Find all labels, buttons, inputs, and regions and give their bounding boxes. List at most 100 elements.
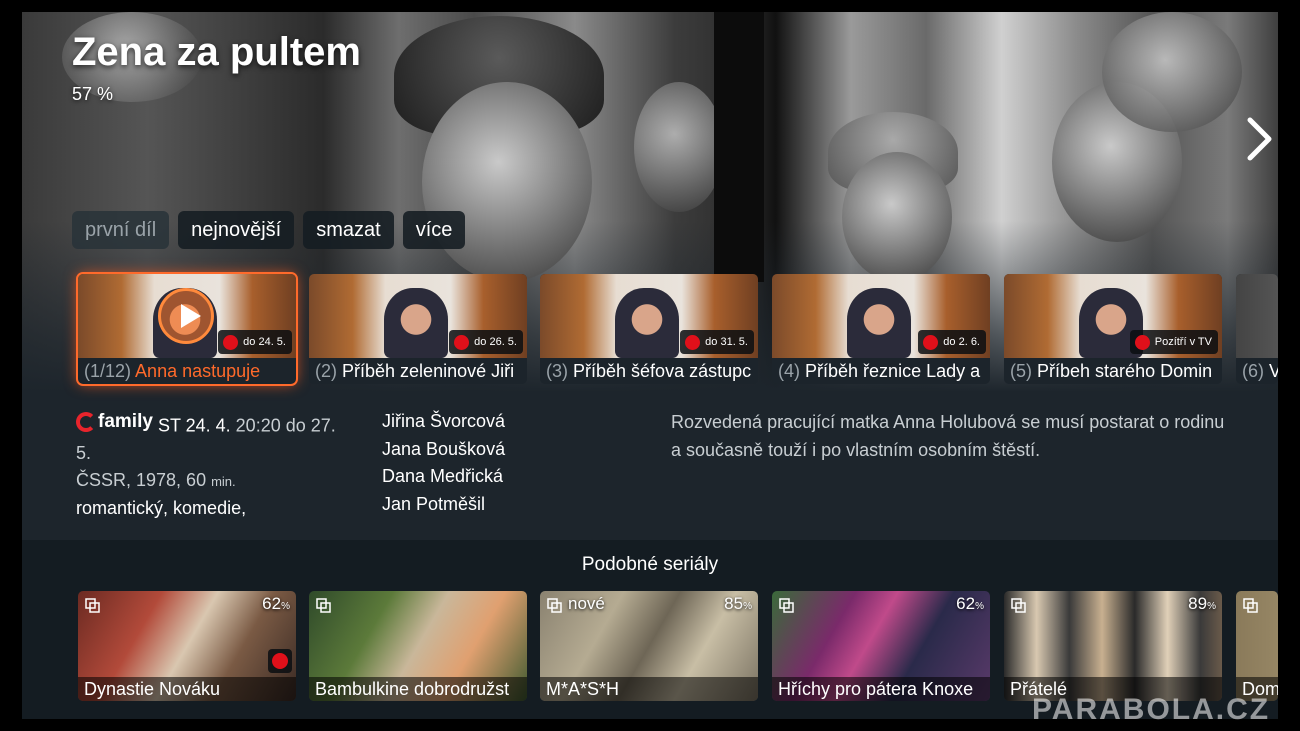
cast-member: Jana Boušková	[382, 438, 506, 459]
match-unit: %	[743, 601, 752, 612]
more-button[interactable]: více	[402, 211, 466, 249]
hero-figure-face	[422, 82, 592, 282]
availability-badge: do 24. 5.	[218, 330, 292, 354]
match-value: 62	[262, 594, 282, 613]
episode-label: (1/12) Anna nastupuje	[84, 361, 294, 382]
action-bar: první díl nejnovější smazat více	[72, 211, 466, 249]
cast-member: Jan Potměšil	[382, 493, 486, 514]
hero-figure-profile	[634, 82, 724, 212]
episode-card[interactable]: do 24. 5. (1/12) Anna nastupuje	[76, 272, 298, 386]
record-dot-icon	[1134, 334, 1150, 350]
similar-card[interactable]: Dom	[1236, 591, 1278, 701]
episode-name: V	[1269, 361, 1278, 381]
episode-card[interactable]: do 26. 5. (2) Příběh zeleninové Jiři	[309, 274, 527, 384]
show-description: Rozvedená pracující matka Anna Holubová …	[671, 412, 1225, 460]
episode-card[interactable]: (6) V	[1236, 274, 1278, 384]
tv-screen: Zena za pultem 57 % první díl nejnovější…	[22, 12, 1278, 719]
match-value: 89	[1188, 594, 1208, 613]
episode-name: Příběh zeleninové Jiři	[342, 361, 515, 381]
similar-name: Bambulkine dobrodružst	[309, 677, 527, 701]
match-percent: 62%	[262, 594, 290, 614]
record-dot-icon	[454, 334, 470, 350]
episode-row: do 24. 5. (1/12) Anna nastupuje do 26. 5…	[76, 272, 1278, 386]
copy-icon	[1243, 598, 1258, 613]
play-icon[interactable]	[158, 288, 214, 344]
episode-name: Příbeh starého Domin	[1037, 361, 1213, 381]
episode-number: (5)	[1010, 361, 1032, 381]
record-dot-icon	[223, 334, 239, 350]
availability-badge: Pozítří v TV	[1129, 330, 1218, 354]
genre: komedie,	[173, 497, 247, 518]
similar-card[interactable]: nové 85% M*A*S*H	[540, 591, 758, 701]
availability-text: do 26. 5.	[474, 336, 517, 348]
similar-name: Dynastie Nováku	[78, 677, 296, 701]
match-value: 85	[724, 594, 744, 613]
chevron-right-icon[interactable]	[1244, 116, 1274, 162]
hero-figure-face	[1102, 12, 1242, 132]
origin-year-length: ČSSR, 1978, 60	[76, 469, 207, 490]
similar-name: Hříchy pro pátera Knoxe	[772, 677, 990, 701]
cast-member: Dana Medřická	[382, 466, 504, 486]
match-unit: %	[975, 601, 984, 612]
similar-card[interactable]: 62% Hříchy pro pátera Knoxe	[772, 591, 990, 701]
episode-name: Příběh šéfova zástupc	[573, 361, 752, 381]
episode-card[interactable]: do 31. 5. (3) Příběh šéfova zástupc	[540, 274, 758, 384]
similar-card[interactable]: Bambulkine dobrodružst	[309, 591, 527, 701]
episode-label: (5) Příbeh starého Domin	[1010, 361, 1220, 382]
copy-icon	[316, 598, 331, 613]
availability-badge: do 2. 6.	[918, 330, 986, 354]
match-value: 62	[956, 594, 976, 613]
copy-icon	[85, 598, 100, 613]
episode-card[interactable]: Pozítří v TV (5) Příbeh starého Domin	[1004, 274, 1222, 384]
hero-doorway	[714, 12, 764, 282]
show-rating: 57 %	[72, 84, 114, 104]
hero-figure-face	[842, 152, 952, 282]
record-dot-icon	[685, 334, 701, 350]
broadcast-info: family ST 24. 4. 20:20 do 27. 5. ČSSR, 1…	[76, 408, 336, 522]
genre: romantický	[76, 497, 164, 518]
availability-text: do 24. 5.	[243, 336, 286, 348]
record-dot-icon	[923, 334, 939, 350]
availability-text: do 2. 6.	[943, 336, 980, 348]
episode-card[interactable]: do 2. 6. (4) Příběh řeznice Lady a	[772, 274, 990, 384]
cast-list: Jiřina Švorcová Jana Boušková Dana Medři…	[382, 408, 505, 518]
latest-button[interactable]: nejnovější	[178, 211, 295, 249]
similar-card[interactable]: 62% Dynastie Nováku	[78, 591, 296, 701]
episode-label: (3) Příběh šéfova zástupc	[546, 361, 756, 382]
episode-number: (6)	[1242, 361, 1264, 381]
match-percent: 89%	[1188, 594, 1216, 614]
episode-label: (4) Příběh řeznice Lady a	[778, 361, 988, 382]
duration-unit: min.	[211, 473, 236, 489]
record-dot-icon	[268, 649, 292, 673]
match-percent: 85%	[724, 594, 752, 614]
channel-name: family	[98, 411, 153, 432]
family-logo-icon: family	[76, 408, 153, 435]
watermark: PARABOLA.CZ	[1032, 693, 1271, 726]
availability-badge: do 31. 5.	[680, 330, 754, 354]
episode-number: (2)	[315, 361, 337, 381]
copy-icon	[547, 598, 562, 613]
episode-name: Příběh řeznice Lady a	[805, 361, 981, 381]
similar-name: M*A*S*H	[540, 677, 758, 701]
episode-name: Anna nastupuje	[135, 361, 261, 381]
copy-icon	[1011, 598, 1026, 613]
new-tag: nové	[568, 594, 605, 613]
episode-number: (3)	[546, 361, 568, 381]
match-unit: %	[1207, 601, 1216, 612]
similar-title: Podobné seriály	[581, 554, 719, 575]
first-episode-button[interactable]: první díl	[72, 211, 170, 249]
match-unit: %	[281, 601, 290, 612]
delete-button[interactable]: smazat	[303, 211, 394, 249]
availability-badge: do 26. 5.	[449, 330, 523, 354]
airing-day: ST 24. 4.	[157, 415, 231, 436]
availability-text: do 31. 5.	[705, 336, 748, 348]
similar-card[interactable]: 89% Přátelé	[1004, 591, 1222, 701]
episode-thumbnail	[1236, 274, 1278, 358]
show-title: Zena za pultem	[72, 30, 361, 74]
cast-member: Jiřina Švorcová	[382, 411, 506, 431]
episode-number: (1/12)	[84, 361, 132, 381]
episode-number: (4)	[778, 361, 800, 381]
copy-icon	[779, 598, 794, 613]
availability-text: Pozítří v TV	[1154, 336, 1212, 348]
similar-row: 62% Dynastie Nováku Bambulkine dobrodruž…	[78, 591, 1278, 703]
